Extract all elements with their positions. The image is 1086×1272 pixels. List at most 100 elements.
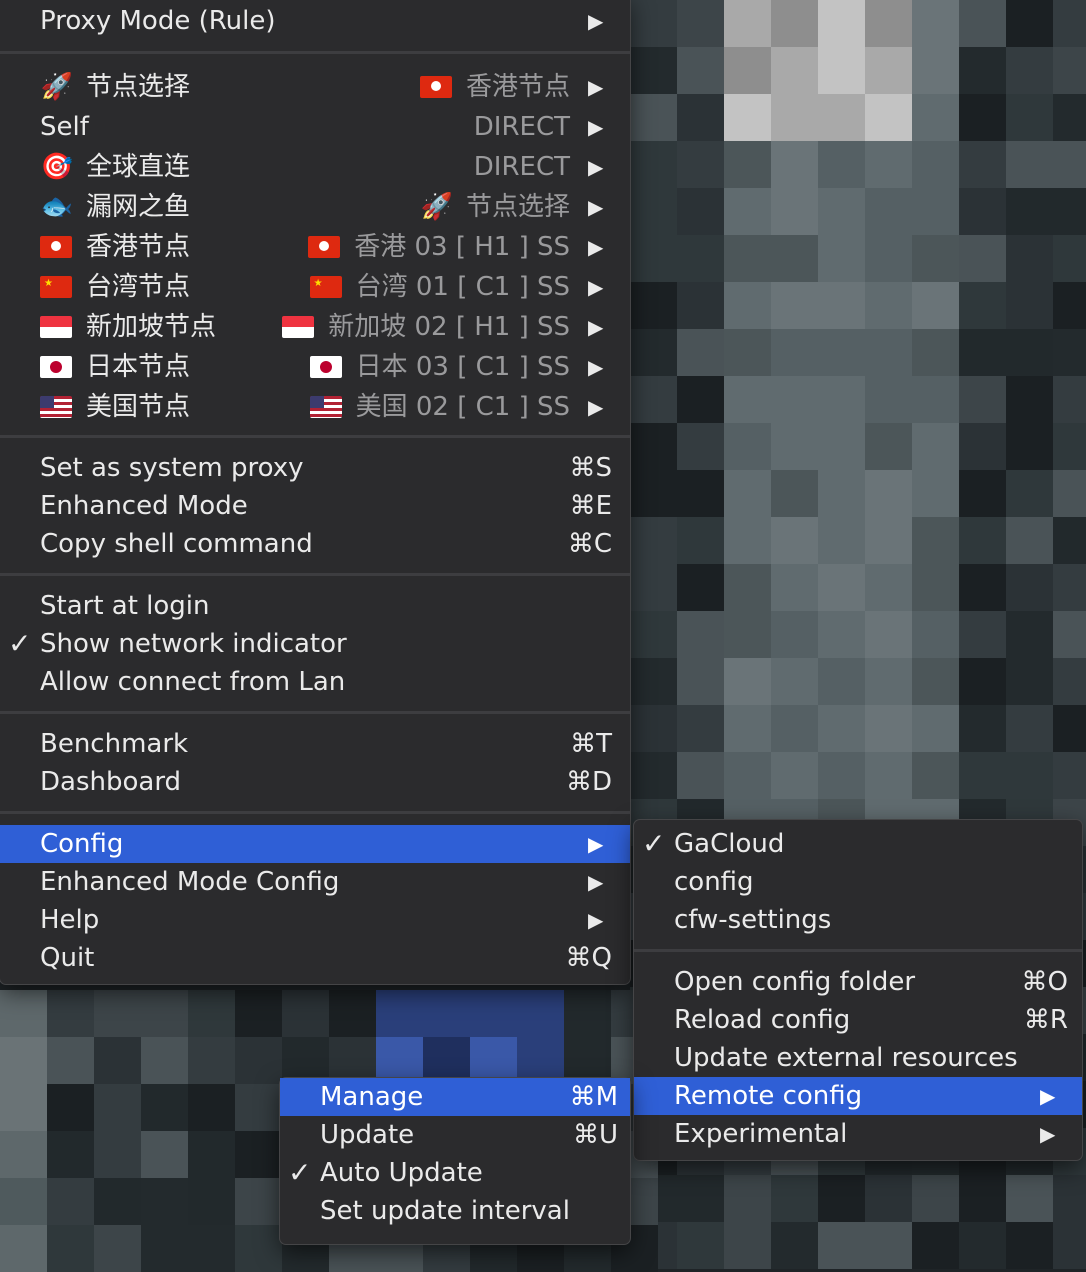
submenu-arrow-icon: ▶	[588, 115, 604, 139]
menu-item-open-config-folder[interactable]: Open config folder ⌘O	[634, 963, 1082, 1001]
submenu-arrow-icon: ▶	[588, 9, 604, 33]
menu-label: Open config folder	[674, 967, 916, 997]
proxy-group-label: Self	[40, 112, 89, 142]
proxy-group-item[interactable]: 美国节点 美国 02 [ C1 ] SS ▶	[0, 388, 630, 426]
submenu-arrow-icon: ▶	[588, 155, 604, 179]
menu-label: Config	[40, 829, 124, 859]
proxy-group-value: 新加坡 02 [ H1 ] SS	[328, 312, 570, 342]
menu-item-help[interactable]: Help ▶	[0, 901, 630, 939]
proxy-group-label: 台湾节点	[86, 272, 191, 302]
checkmark-icon: ✓	[288, 1156, 312, 1189]
submenu-arrow-icon: ▶	[588, 355, 604, 379]
flag-jp-icon	[309, 356, 342, 378]
proxy-group-value: DIRECT	[473, 112, 570, 142]
profile-item-config[interactable]: config	[634, 863, 1082, 901]
proxy-group-item[interactable]: Self DIRECT ▶	[0, 108, 630, 146]
proxy-group-selected: 香港 03 [ H1 ] SS	[308, 228, 570, 266]
menu-item-reload-config[interactable]: Reload config ⌘R	[634, 1001, 1082, 1039]
proxy-group-item[interactable]: 香港节点 香港 03 [ H1 ] SS ▶	[0, 228, 630, 266]
flag-sg-icon	[40, 316, 72, 338]
rocket-icon: 🚀	[40, 72, 74, 102]
proxy-group-label: 节点选择	[86, 72, 191, 102]
submenu-arrow-icon: ▶	[588, 908, 604, 932]
profile-item-cfw-settings[interactable]: cfw-settings	[634, 901, 1082, 939]
proxy-group-label: 美国节点	[86, 392, 191, 422]
proxy-group-item[interactable]: 日本节点 日本 03 [ C1 ] SS ▶	[0, 348, 630, 386]
menu-item-manage[interactable]: Manage ⌘M	[280, 1078, 630, 1116]
shortcut: ⌘S	[569, 453, 612, 483]
proxy-group-value: 节点选择	[465, 192, 570, 222]
proxy-group-value: 台湾 01 [ C1 ] SS	[355, 272, 570, 302]
menu-label: Allow connect from Lan	[40, 667, 346, 697]
submenu-arrow-icon: ▶	[588, 75, 604, 99]
menu-item-quit[interactable]: Quit ⌘Q	[0, 939, 630, 977]
separator	[0, 811, 630, 814]
separator	[0, 711, 630, 714]
proxy-mode-label: Proxy Mode (Rule)	[40, 6, 276, 36]
proxy-group-selected: DIRECT	[474, 148, 570, 186]
proxy-group-name: Self	[40, 108, 89, 146]
proxy-group-item[interactable]: 🎯 全球直连 DIRECT ▶	[0, 148, 630, 186]
shortcut: ⌘M	[569, 1082, 618, 1112]
flag-cn-icon: ★	[40, 276, 72, 298]
profile-item-gacloud[interactable]: ✓ GaCloud	[634, 825, 1082, 863]
proxy-group-label: 新加坡节点	[86, 312, 217, 342]
proxy-group-item[interactable]: 🐟 漏网之鱼 🚀 节点选择 ▶	[0, 188, 630, 226]
proxy-group-item[interactable]: 新加坡节点 新加坡 02 [ H1 ] SS ▶	[0, 308, 630, 346]
menu-label: Set as system proxy	[40, 453, 304, 483]
flag-hk-icon	[40, 236, 72, 258]
menu-item-update[interactable]: Update ⌘U	[280, 1116, 630, 1154]
submenu-arrow-icon: ▶	[588, 315, 604, 339]
submenu-arrow-icon: ▶	[588, 870, 604, 894]
menu-item-experimental[interactable]: Experimental ▶	[634, 1115, 1082, 1153]
proxy-group-label: 全球直连	[86, 152, 191, 182]
proxy-group-selected: 🚀 节点选择	[420, 188, 570, 226]
submenu-arrow-icon: ▶	[588, 235, 604, 259]
menu-item-network-indicator[interactable]: ✓ Show network indicator	[0, 625, 630, 663]
shortcut: ⌘O	[1021, 967, 1068, 997]
flag-hk-icon	[308, 236, 341, 258]
menu-item-copy-shell[interactable]: Copy shell command ⌘C	[0, 525, 630, 563]
proxy-group-name: 香港节点	[40, 228, 190, 266]
menu-item-update-interval[interactable]: Set update interval	[280, 1192, 630, 1230]
flag-cn-icon: ★	[309, 276, 342, 298]
proxy-group-value: 日本 03 [ C1 ] SS	[355, 352, 570, 382]
menu-item-proxy-mode[interactable]: Proxy Mode (Rule) ▶	[0, 2, 630, 40]
menu-label: Quit	[40, 943, 95, 973]
menu-label: Enhanced Mode Config	[40, 867, 340, 897]
submenu-arrow-icon: ▶	[588, 195, 604, 219]
menu-item-start-login[interactable]: Start at login	[0, 587, 630, 625]
proxy-group-item[interactable]: 🚀 节点选择 香港节点 ▶	[0, 68, 630, 106]
menu-item-update-external[interactable]: Update external resources	[634, 1039, 1082, 1077]
submenu-arrow-icon: ▶	[588, 832, 604, 856]
menu-item-config[interactable]: Config ▶	[0, 825, 630, 863]
menu-item-enhanced-config[interactable]: Enhanced Mode Config ▶	[0, 863, 630, 901]
separator	[0, 51, 630, 54]
separator	[0, 435, 630, 438]
submenu-arrow-icon: ▶	[588, 275, 604, 299]
proxy-group-name: 美国节点	[40, 388, 190, 426]
flag-hk-icon	[419, 76, 452, 98]
proxy-group-value: 香港节点	[465, 72, 570, 102]
flag-jp-icon	[40, 356, 72, 378]
menu-item-benchmark[interactable]: Benchmark ⌘T	[0, 725, 630, 763]
checkmark-icon: ✓	[642, 827, 666, 860]
shortcut: ⌘C	[567, 529, 612, 559]
submenu-arrow-icon: ▶	[588, 395, 604, 419]
menu-label: Experimental	[674, 1119, 848, 1149]
config-submenu: ✓ GaCloud config cfw-settings Open confi…	[634, 820, 1082, 1160]
proxy-group-item[interactable]: ★ 台湾节点 ★ 台湾 01 [ C1 ] SS ▶	[0, 268, 630, 306]
proxy-group-value: 美国 02 [ C1 ] SS	[355, 392, 570, 422]
shortcut: ⌘U	[572, 1120, 618, 1150]
shortcut: ⌘Q	[565, 943, 612, 973]
menu-item-enhanced-mode[interactable]: Enhanced Mode ⌘E	[0, 487, 630, 525]
flag-us-icon	[309, 396, 342, 418]
menu-label: Update	[320, 1120, 415, 1150]
menu-item-auto-update[interactable]: ✓ Auto Update	[280, 1154, 630, 1192]
shortcut: ⌘D	[565, 767, 612, 797]
menu-item-system-proxy[interactable]: Set as system proxy ⌘S	[0, 449, 630, 487]
menu-item-allow-lan[interactable]: Allow connect from Lan	[0, 663, 630, 701]
menu-item-remote-config[interactable]: Remote config ▶	[634, 1077, 1082, 1115]
menu-item-dashboard[interactable]: Dashboard ⌘D	[0, 763, 630, 801]
menu-label: Start at login	[40, 591, 210, 621]
